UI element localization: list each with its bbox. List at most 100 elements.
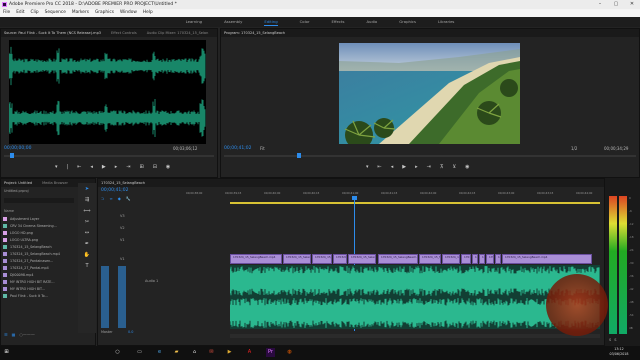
minimize-button[interactable]: –: [592, 0, 608, 9]
project-item[interactable]: LOGO HD.png: [3, 230, 73, 237]
extract-icon[interactable]: ⊻: [452, 164, 456, 170]
project-item[interactable]: DJI00098.mp4: [3, 272, 73, 279]
program-timecode[interactable]: 00;00;41;02: [224, 146, 251, 151]
video-clip[interactable]: 170324_15_SelangBeach.mp4: [419, 254, 441, 264]
workspace-editing[interactable]: Editing: [264, 17, 278, 27]
close-button[interactable]: ✕: [624, 0, 640, 9]
workspace-effects[interactable]: Effects: [332, 17, 345, 27]
maximize-button[interactable]: ▢: [608, 0, 624, 9]
menu-graphics[interactable]: Graphics: [95, 9, 114, 17]
goto-out-icon[interactable]: ⇥: [126, 164, 130, 170]
source-scrub-bar[interactable]: [4, 155, 214, 157]
solo-left-button[interactable]: S: [609, 338, 611, 342]
video-clip[interactable]: 170324_15_SelangBeach.mp4: [312, 254, 332, 264]
workspace-graphics[interactable]: Graphics: [399, 17, 416, 27]
list-view-icon[interactable]: ☰: [4, 332, 8, 337]
menu-window[interactable]: Window: [120, 9, 137, 17]
video-clip[interactable]: 170324_15_SelangBeach.mp4: [348, 254, 376, 264]
mark-out-icon[interactable]: |: [67, 164, 69, 170]
video-clip[interactable]: 170324_15_SelangBeach.mp4: [502, 254, 592, 264]
program-goto-in-icon[interactable]: ⇤: [378, 164, 382, 170]
project-item[interactable]: Paul Flink - Suck It To...: [3, 293, 73, 300]
step-forward-icon[interactable]: ▸: [115, 164, 118, 170]
project-item[interactable]: 170324_15_SelangBeach: [3, 244, 73, 251]
file-explorer-icon[interactable]: ▰: [172, 348, 181, 357]
step-back-icon[interactable]: ◂: [90, 164, 93, 170]
audio-clip-a1[interactable]: [229, 265, 600, 329]
insert-icon[interactable]: ⊞: [140, 164, 144, 170]
workspace-color[interactable]: Color: [300, 17, 310, 27]
program-step-back-icon[interactable]: ◂: [391, 164, 394, 170]
add-marker-icon[interactable]: ◆: [118, 196, 121, 201]
lift-icon[interactable]: ⊼: [440, 164, 444, 170]
play-icon[interactable]: ▶: [102, 164, 106, 170]
razor-tool-icon[interactable]: ✂: [83, 218, 91, 226]
video-clip[interactable]: 170324_15_SelangBeach.mp4: [479, 254, 485, 264]
slip-tool-icon[interactable]: ↔: [83, 229, 91, 237]
project-item[interactable]: MY INTRO HIGH BIT RATE...: [3, 279, 73, 286]
project-item[interactable]: 170324_27_Pantai.mp4: [3, 265, 73, 272]
tab-program[interactable]: Program: 170324_15_SelangBeach: [224, 29, 285, 37]
task-view-icon[interactable]: ▭: [135, 348, 144, 357]
video-clip[interactable]: 170324_15_SelangBeach.mp4: [495, 254, 501, 264]
time-ruler[interactable]: 00;00;38;00 00;00;39;15 00;00;40;00 00;00;4…: [186, 191, 602, 197]
video-clip[interactable]: 170324_15_SelangBeach.mp4: [461, 254, 471, 264]
track-v1-row-label[interactable]: V1: [120, 257, 125, 261]
program-play-icon[interactable]: ▶: [402, 164, 406, 170]
project-item[interactable]: 170324_15_SelangBeach.mp4: [3, 251, 73, 258]
pen-tool-icon[interactable]: ✒: [83, 240, 91, 248]
media-icon[interactable]: ▶: [225, 348, 234, 357]
source-waveform[interactable]: [8, 40, 206, 144]
linked-selection-icon[interactable]: ∞: [109, 196, 112, 201]
tab-effect-controls[interactable]: Effect Controls: [111, 29, 137, 37]
mark-in-icon[interactable]: ▾: [55, 164, 58, 170]
in-out-range-bar[interactable]: [230, 202, 600, 204]
video-clip[interactable]: 170324_15_SelangBeach.mp4: [472, 254, 478, 264]
program-scrub-bar[interactable]: [224, 155, 636, 157]
video-clip[interactable]: 170324_15_SelangBeach.mp4: [486, 254, 494, 264]
video-clip[interactable]: 170324_15_SelangBeach.mp4: [442, 254, 460, 264]
source-patch-a1[interactable]: [101, 266, 109, 328]
video-clip[interactable]: 170324_15_SelangBeach.mp4: [378, 254, 418, 264]
acrobat-icon[interactable]: A: [245, 348, 254, 357]
overwrite-icon[interactable]: ⊟: [153, 164, 157, 170]
workspace-assembly[interactable]: Assembly: [224, 17, 242, 27]
snap-icon[interactable]: ⊃: [101, 196, 104, 201]
tab-media-browser[interactable]: Media Browser: [42, 179, 68, 187]
goto-in-icon[interactable]: ⇤: [77, 164, 81, 170]
windows-start-icon[interactable]: ⊞: [2, 348, 11, 357]
project-item[interactable]: Adjustment Layer: [3, 216, 73, 223]
video-clip[interactable]: 170324_15_SelangBeach.mp4: [283, 254, 311, 264]
program-mark-in-icon[interactable]: ▾: [366, 164, 369, 170]
workspace-audio[interactable]: Audio: [366, 17, 377, 27]
ripple-edit-tool-icon[interactable]: ⟺: [83, 207, 91, 215]
program-step-forward-icon[interactable]: ▸: [415, 164, 418, 170]
track-v2-label[interactable]: V2: [120, 226, 125, 230]
menu-file[interactable]: File: [3, 9, 10, 17]
track-select-tool-icon[interactable]: ⇶: [83, 196, 91, 204]
track-v1-label[interactable]: V1: [120, 238, 125, 242]
program-export-frame-icon[interactable]: ◉: [465, 164, 469, 170]
hand-tool-icon[interactable]: ✋: [83, 251, 91, 259]
timeline-timecode[interactable]: 00;00;41;02: [101, 188, 128, 193]
zoom-slider[interactable]: ○———: [19, 332, 35, 337]
cortana-icon[interactable]: ○: [113, 348, 122, 357]
project-item[interactable]: MY INTRO HIGH BIT...: [3, 286, 73, 293]
menu-help[interactable]: Help: [143, 9, 153, 17]
workspace-libraries[interactable]: Libraries: [438, 17, 454, 27]
target-track-a1[interactable]: [118, 266, 126, 328]
project-item[interactable]: 170324_27_Pantainasen...: [3, 258, 73, 265]
project-search-input[interactable]: [4, 198, 74, 203]
export-frame-icon[interactable]: ◉: [166, 164, 170, 170]
tab-audio-clip-mixer[interactable]: Audio Clip Mixer: 170324_15_Selan: [147, 29, 209, 37]
program-playhead[interactable]: [297, 153, 301, 158]
menu-clip[interactable]: Clip: [31, 9, 39, 17]
menu-markers[interactable]: Markers: [72, 9, 89, 17]
source-playhead[interactable]: [10, 153, 14, 158]
track-v3-label[interactable]: V3: [120, 214, 125, 218]
edge-icon[interactable]: e: [155, 348, 164, 357]
program-goto-out-icon[interactable]: ⇥: [427, 164, 431, 170]
menu-sequence[interactable]: Sequence: [45, 9, 66, 17]
timeline-scrollbar[interactable]: [230, 334, 600, 338]
premiere-taskbar-icon[interactable]: Pr: [266, 348, 275, 357]
